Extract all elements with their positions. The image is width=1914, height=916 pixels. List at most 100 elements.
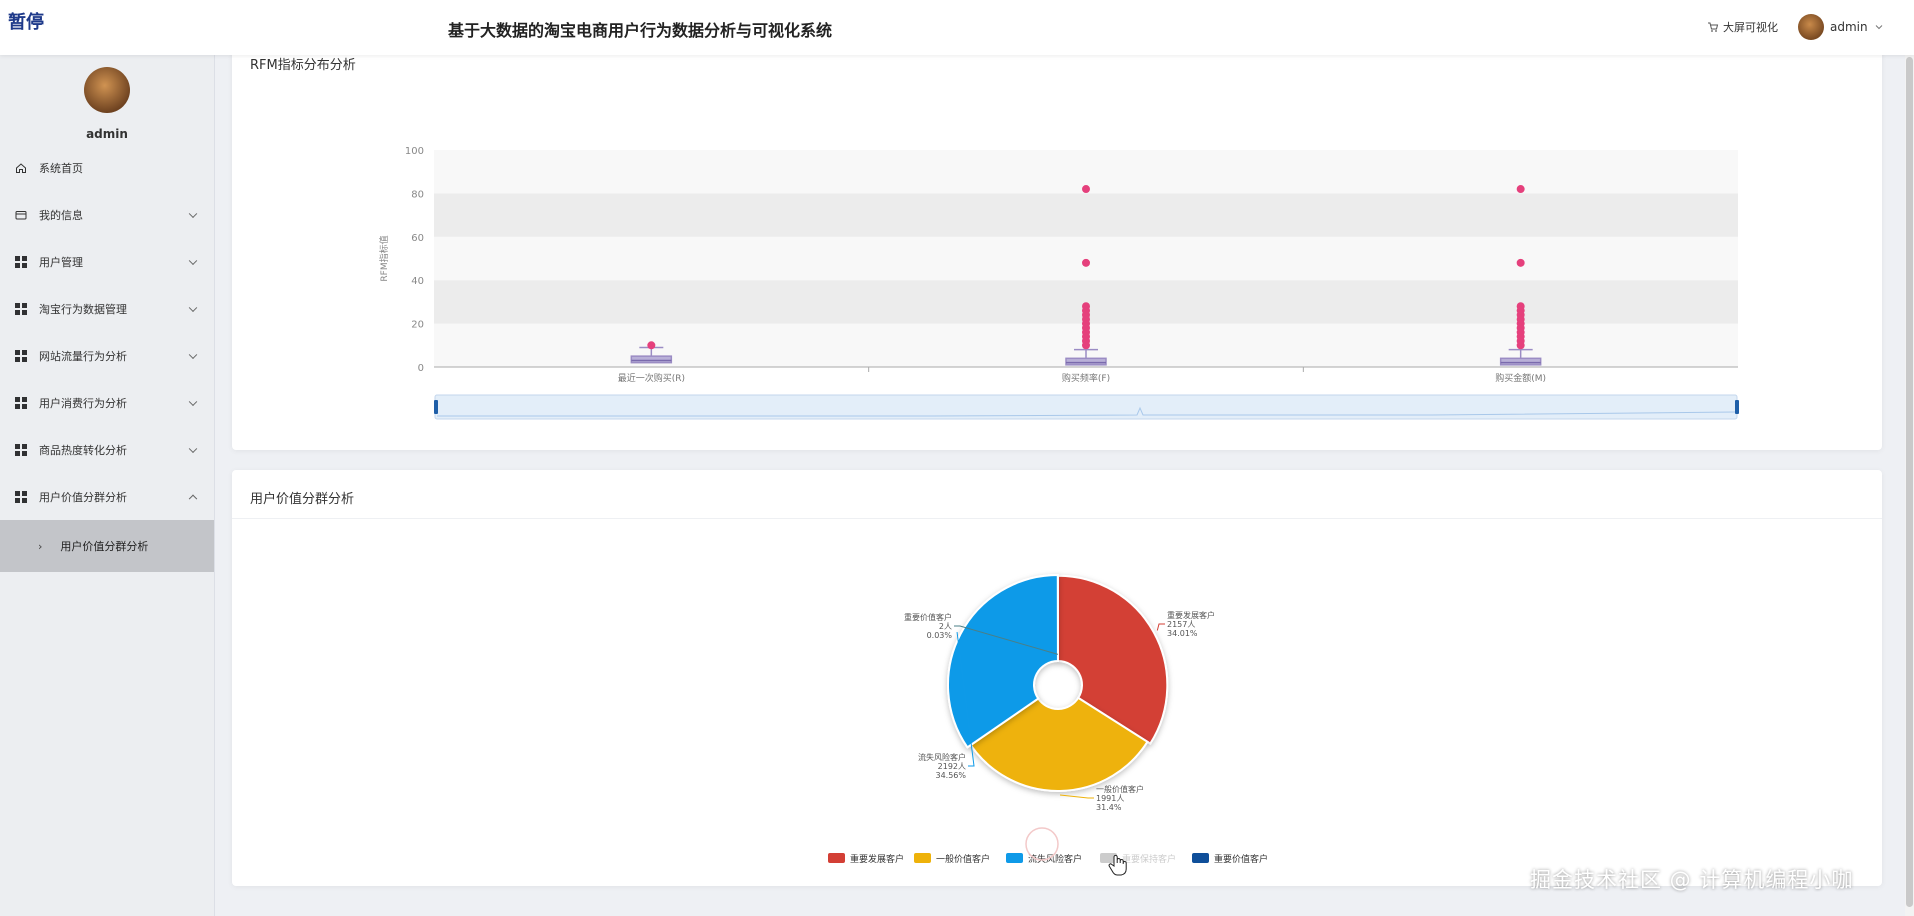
sidebar-menu: 系统首页 我的信息 用户管理 淘宝行为数据管理 网站流量行为分析 用户消费行为分… bbox=[0, 155, 214, 572]
slice-label-line bbox=[1059, 794, 1094, 799]
grid-band bbox=[434, 193, 1738, 237]
rfm-boxplot-chart: 0 20 40 60 80 100 RFM指标值最近一次购买(R) 购买频率(F) 购买金额(M… bbox=[378, 146, 1739, 420]
y-tick-label: 60 bbox=[411, 233, 424, 244]
legend-label: 重要发展客户 bbox=[850, 853, 904, 865]
bigscreen-link[interactable]: 大屏可视化 bbox=[1707, 19, 1778, 35]
y-tick-label: 0 bbox=[418, 363, 424, 374]
y-tick-label: 40 bbox=[411, 276, 424, 287]
outlier-point bbox=[1082, 185, 1090, 194]
segmentation-card: 用户价值分群分析 重要发展客户 2157人 34.01% 一般价值客户 1991人 31.… bbox=[232, 470, 1882, 886]
sidebar-item-product-heat[interactable]: 商品热度转化分析 bbox=[0, 426, 214, 473]
sidebar-subitem-label: 用户价值分群分析 bbox=[60, 540, 149, 553]
zoom-handle-left bbox=[434, 400, 438, 414]
sidebar-item-label: 我的信息 bbox=[39, 208, 83, 222]
chevron-down-icon bbox=[188, 397, 198, 406]
bigscreen-label: 大屏可视化 bbox=[1723, 21, 1778, 34]
slice-label: 34.56% bbox=[935, 771, 966, 780]
sidebar-profile: admin bbox=[0, 67, 214, 141]
outlier-point bbox=[1516, 185, 1525, 194]
avatar bbox=[1798, 14, 1824, 40]
sidebar-item-label: 用户管理 bbox=[39, 255, 83, 269]
legend-swatch bbox=[828, 853, 845, 863]
cart-icon bbox=[1708, 22, 1719, 32]
slice-label: 2人 bbox=[939, 622, 952, 631]
outlier-point bbox=[647, 341, 656, 350]
chevron-down-icon bbox=[1875, 25, 1882, 30]
grid-icon bbox=[15, 349, 27, 362]
chevron-down-icon bbox=[188, 256, 198, 265]
sidebar-item-consumption-analysis[interactable]: 用户消费行为分析 bbox=[0, 379, 214, 426]
app-title: 基于大数据的淘宝电商用户行为数据分析与可视化系统 bbox=[448, 21, 833, 40]
rfm-card: RFM指标分布分析 0 20 40 60 80 100 RFM指标值 最近一次购买(R) 购买频… bbox=[232, 40, 1882, 450]
outlier-point bbox=[1516, 302, 1525, 311]
outlier-point bbox=[1082, 302, 1090, 311]
slice-label: 重要发展客户 bbox=[1167, 610, 1215, 620]
y-tick-label: 20 bbox=[411, 320, 424, 331]
box bbox=[1065, 357, 1107, 366]
user-dropdown[interactable]: admin bbox=[1798, 14, 1884, 40]
sidebar-item-taobao-data[interactable]: 淘宝行为数据管理 bbox=[0, 285, 214, 332]
legend-item[interactable]: 重要价值客户 bbox=[1192, 853, 1268, 865]
sidebar-item-user-management[interactable]: 用户管理 bbox=[0, 238, 214, 285]
legend-item[interactable]: 重要保持客户 bbox=[1100, 853, 1176, 865]
sidebar-item-label: 淘宝行为数据管理 bbox=[39, 302, 127, 316]
x-tick-label: 购买金额(M) bbox=[1495, 372, 1546, 384]
chevron-down-icon bbox=[188, 350, 198, 359]
page-scrollbar[interactable] bbox=[1905, 55, 1914, 916]
sidebar-item-user-value[interactable]: 用户价值分群分析 bbox=[0, 473, 214, 520]
chevron-down-icon bbox=[188, 444, 198, 453]
outlier-point bbox=[1082, 258, 1090, 267]
sidebar-item-label: 用户价值分群分析 bbox=[39, 490, 127, 504]
slice-label: 1991人 bbox=[1096, 794, 1124, 803]
box bbox=[630, 355, 673, 364]
legend-item[interactable]: 流失风险客户 bbox=[1006, 853, 1082, 865]
avatar bbox=[84, 67, 130, 113]
chevron-right-icon: › bbox=[38, 539, 43, 553]
slice-label: 一般价值客户 bbox=[1096, 784, 1144, 794]
slice-label: 流失风险客户 bbox=[918, 752, 966, 762]
grid-icon bbox=[15, 302, 27, 315]
sidebar-item-my-info[interactable]: 我的信息 bbox=[0, 191, 214, 238]
grid-band bbox=[434, 236, 1738, 281]
chevron-down-icon bbox=[188, 303, 198, 312]
sidebar-item-label: 用户消费行为分析 bbox=[39, 396, 127, 410]
sidebar-item-traffic-analysis[interactable]: 网站流量行为分析 bbox=[0, 332, 214, 379]
paused-badge: 暂停 bbox=[8, 12, 44, 33]
scrollbar-thumb[interactable] bbox=[1906, 57, 1913, 907]
outlier-point bbox=[1516, 258, 1525, 267]
top-header: 暂停 基于大数据的淘宝电商用户行为数据分析与可视化系统 大屏可视化 admin bbox=[0, 0, 1914, 55]
grid-icon bbox=[15, 490, 27, 503]
home-icon bbox=[15, 162, 27, 174]
zoom-handle-right bbox=[1735, 400, 1739, 414]
slice-label: 0.03% bbox=[927, 631, 953, 640]
box bbox=[1499, 357, 1542, 366]
slice-label: 34.01% bbox=[1167, 629, 1198, 638]
sidebar-subitem-user-value-segmentation[interactable]: › 用户价值分群分析 bbox=[0, 520, 214, 572]
legend-item[interactable]: 重要发展客户 bbox=[828, 853, 904, 865]
sidebar-item-label: 商品热度转化分析 bbox=[39, 443, 127, 457]
slice-label-line bbox=[1156, 623, 1165, 631]
grid-icon bbox=[15, 396, 27, 409]
slice-label: 2157人 bbox=[1167, 620, 1195, 629]
x-tick-label: 最近一次购买(R) bbox=[618, 372, 685, 384]
legend-label: 重要保持客户 bbox=[1122, 853, 1176, 865]
slice-label: 31.4% bbox=[1096, 803, 1122, 812]
legend-swatch bbox=[1192, 853, 1209, 863]
y-tick-label: 80 bbox=[411, 189, 424, 200]
legend-swatch bbox=[914, 853, 931, 863]
slice-label: 重要价值客户 bbox=[904, 612, 952, 622]
legend-swatch bbox=[1006, 853, 1023, 863]
chevron-up-icon bbox=[188, 494, 198, 503]
chevron-down-icon bbox=[188, 209, 198, 218]
legend-item[interactable]: 一般价值客户 bbox=[914, 853, 990, 865]
header-username: admin bbox=[1830, 20, 1868, 34]
sidebar-username: admin bbox=[86, 127, 128, 141]
y-tick-label: 100 bbox=[405, 146, 424, 157]
grid-icon bbox=[15, 443, 27, 456]
legend-label: 重要价值客户 bbox=[1214, 853, 1268, 865]
card-icon bbox=[15, 209, 27, 221]
slice-label: 2192人 bbox=[938, 762, 966, 771]
sidebar-item-home[interactable]: 系统首页 bbox=[0, 145, 214, 191]
legend-label: 一般价值客户 bbox=[936, 853, 990, 865]
grid-icon bbox=[15, 255, 27, 268]
